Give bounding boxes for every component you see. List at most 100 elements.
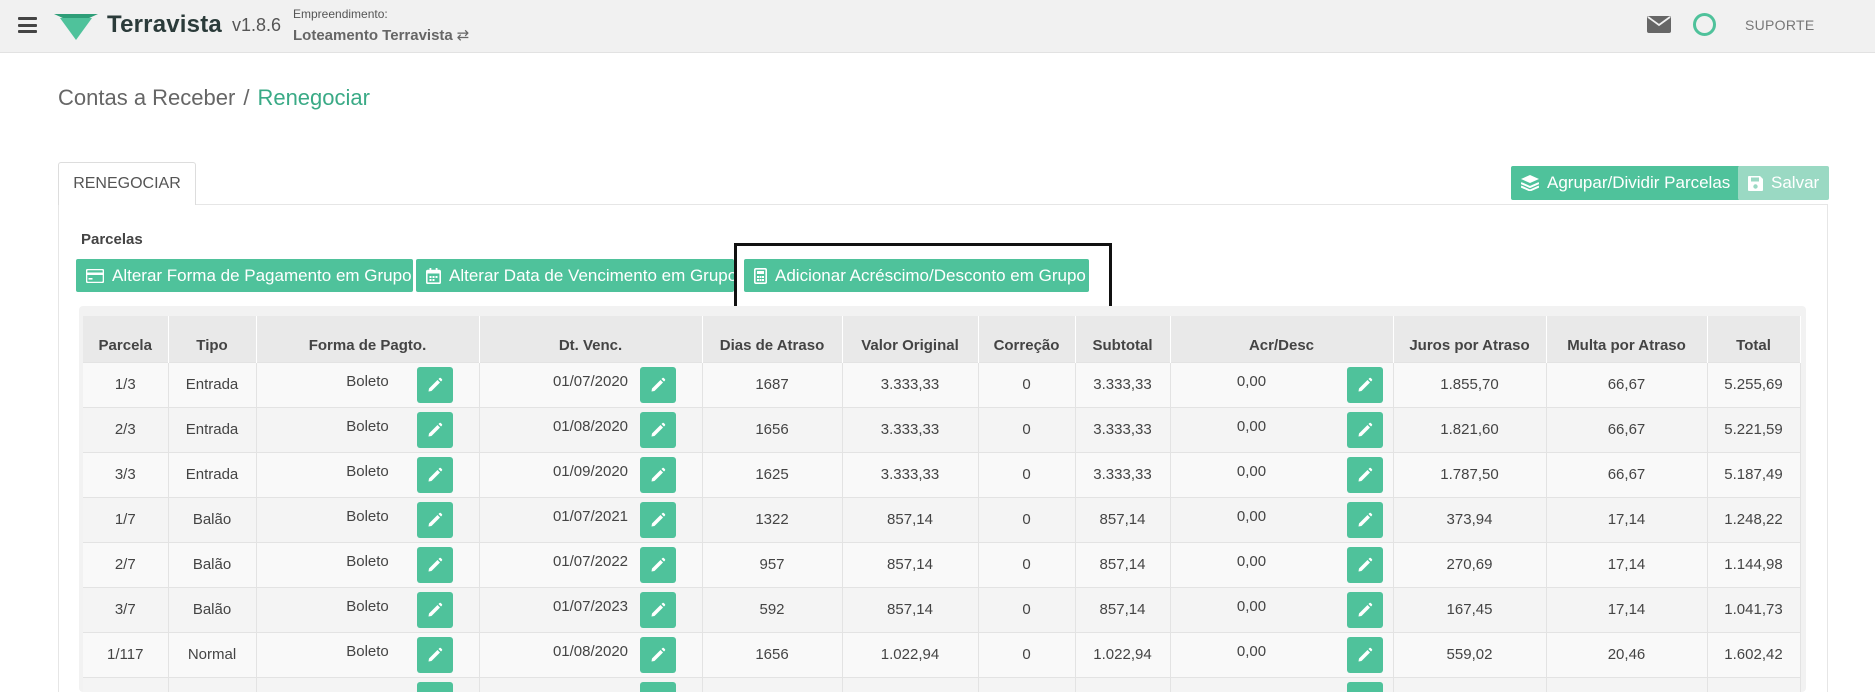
cell-subtotal: 3.333,33 [1075, 451, 1171, 497]
bulk-payment-method-label: Alterar Forma de Pagamento em Grupo [112, 265, 412, 285]
pencil-icon [1358, 647, 1372, 661]
cell-valor-original: 857,14 [842, 496, 979, 542]
cell-dt-venc: 01/08/2020 [479, 631, 703, 677]
menu-icon[interactable] [18, 17, 37, 33]
empreendimento-selector[interactable]: Loteamento Terravista ⇄ [293, 26, 469, 44]
edit-forma-pagto-button[interactable] [416, 681, 453, 692]
cell-correcao: 0 [978, 451, 1076, 497]
cell-parcela: 3/7 [83, 586, 169, 632]
column-header[interactable]: Multa por Atraso [1546, 316, 1708, 362]
cell-parcela: 1/3 [83, 361, 169, 407]
cell-parcela: 2/7 [83, 541, 169, 587]
bulk-payment-method-button[interactable]: Alterar Forma de Pagamento em Grupo [76, 259, 413, 292]
edit-forma-pagto-button[interactable] [416, 366, 453, 403]
column-header[interactable]: Subtotal [1075, 316, 1171, 362]
cell-forma-pagto: Boleto [256, 406, 480, 452]
column-header[interactable]: Parcela [83, 316, 169, 362]
cell-tipo: Entrada [168, 451, 257, 497]
pencil-icon [1358, 467, 1372, 481]
column-header[interactable]: Tipo [168, 316, 257, 362]
cell-tipo: Balão [168, 586, 257, 632]
mail-icon[interactable] [1647, 16, 1671, 33]
edit-forma-pagto-button[interactable] [416, 636, 453, 673]
cell-total: 1.041,73 [1707, 586, 1801, 632]
edit-dt-venc-button[interactable] [639, 591, 676, 628]
cell-multa-atraso [1546, 676, 1708, 692]
bulk-due-date-button[interactable]: Alterar Data de Vencimento em Grupo [416, 259, 737, 292]
edit-forma-pagto-button[interactable] [416, 546, 453, 583]
breadcrumb-current: Renegociar [257, 85, 370, 110]
edit-dt-venc-button[interactable] [639, 546, 676, 583]
column-header[interactable]: Forma de Pagto. [256, 316, 480, 362]
table-row: 2/3 Entrada Boleto 01/08/2020 1656 3.333… [83, 406, 1801, 452]
tab-renegociar[interactable]: RENEGOCIAR [58, 162, 196, 205]
edit-acr-desc-button[interactable] [1346, 591, 1383, 628]
column-header[interactable]: Valor Original [842, 316, 979, 362]
edit-acr-desc-button[interactable] [1346, 681, 1383, 692]
cell-valor-original: 3.333,33 [842, 361, 979, 407]
cell-dt-venc-value: 01/08/2020 [552, 643, 629, 660]
edit-acr-desc-button[interactable] [1346, 501, 1383, 538]
cell-forma-pagto-value: Boleto [346, 553, 389, 570]
edit-acr-desc-button[interactable] [1346, 411, 1383, 448]
cell-tipo: Balão [168, 541, 257, 587]
pencil-icon [428, 377, 442, 391]
cell-correcao: 0 [978, 496, 1076, 542]
cell-subtotal: 1.022,94 [1075, 631, 1171, 677]
edit-dt-venc-button[interactable] [639, 636, 676, 673]
edit-acr-desc-button[interactable] [1346, 636, 1383, 673]
column-header[interactable]: Total [1707, 316, 1801, 362]
cell-acr-desc: 0,00 [1170, 631, 1394, 677]
breadcrumb-parent[interactable]: Contas a Receber [58, 85, 235, 110]
edit-forma-pagto-button[interactable] [416, 456, 453, 493]
cell-acr-desc: 0,00 [1170, 361, 1394, 407]
cell-tipo: Balão [168, 496, 257, 542]
edit-forma-pagto-button[interactable] [416, 591, 453, 628]
cell-dt-venc-value: 01/07/2022 [552, 553, 629, 570]
cell-dt-venc-value: 01/07/2020 [552, 373, 629, 390]
cell-total: 5.221,59 [1707, 406, 1801, 452]
cell-subtotal: 857,14 [1075, 541, 1171, 587]
cell-total: 1.602,42 [1707, 631, 1801, 677]
edit-acr-desc-button[interactable] [1346, 366, 1383, 403]
edit-dt-venc-button[interactable] [639, 456, 676, 493]
credit-card-icon [86, 268, 104, 283]
edit-dt-venc-button[interactable] [639, 366, 676, 403]
cell-dias-atraso: 1322 [702, 496, 843, 542]
edit-dt-venc-button[interactable] [639, 501, 676, 538]
cell-dias-atraso: 592 [702, 586, 843, 632]
edit-acr-desc-button[interactable] [1346, 546, 1383, 583]
cell-acr-desc [1170, 676, 1394, 692]
edit-forma-pagto-button[interactable] [416, 411, 453, 448]
cell-forma-pagto-value: Boleto [346, 643, 389, 660]
agrupar-dividir-button[interactable]: Agrupar/Dividir Parcelas [1511, 166, 1741, 200]
parcelas-table: Parcela Tipo Forma de Pagto. Dt. Venc. D… [83, 316, 1801, 692]
cell-dt-venc: 01/07/2022 [479, 541, 703, 587]
edit-dt-venc-button[interactable] [639, 411, 676, 448]
support-link[interactable]: SUPORTE [1745, 17, 1815, 33]
edit-acr-desc-button[interactable] [1346, 456, 1383, 493]
cell-total [1707, 676, 1801, 692]
column-header[interactable]: Dt. Venc. [479, 316, 703, 362]
save-button[interactable]: Salvar [1738, 166, 1830, 200]
column-header[interactable]: Juros por Atraso [1393, 316, 1547, 362]
edit-forma-pagto-button[interactable] [416, 501, 453, 538]
edit-dt-venc-button[interactable] [639, 681, 676, 692]
status-indicator-icon[interactable] [1693, 13, 1716, 36]
cell-dias-atraso: 1625 [702, 451, 843, 497]
cell-correcao: 0 [978, 361, 1076, 407]
column-header[interactable]: Correção [978, 316, 1076, 362]
floppy-disk-icon [1748, 175, 1763, 191]
cell-dias-atraso: 1656 [702, 631, 843, 677]
brand-name: Terravista [107, 11, 222, 38]
pencil-icon [428, 467, 442, 481]
cell-total: 5.255,69 [1707, 361, 1801, 407]
column-header[interactable]: Dias de Atraso [702, 316, 843, 362]
empreendimento-value: Loteamento Terravista [293, 27, 453, 44]
pencil-icon [651, 512, 665, 526]
cell-total: 1.248,22 [1707, 496, 1801, 542]
cell-valor-original: 857,14 [842, 586, 979, 632]
cell-acr-desc: 0,00 [1170, 451, 1394, 497]
column-header[interactable]: Acr/Desc [1170, 316, 1394, 362]
table-row: 3/7 Balão Boleto 01/07/2023 592 857,14 0… [83, 586, 1801, 632]
